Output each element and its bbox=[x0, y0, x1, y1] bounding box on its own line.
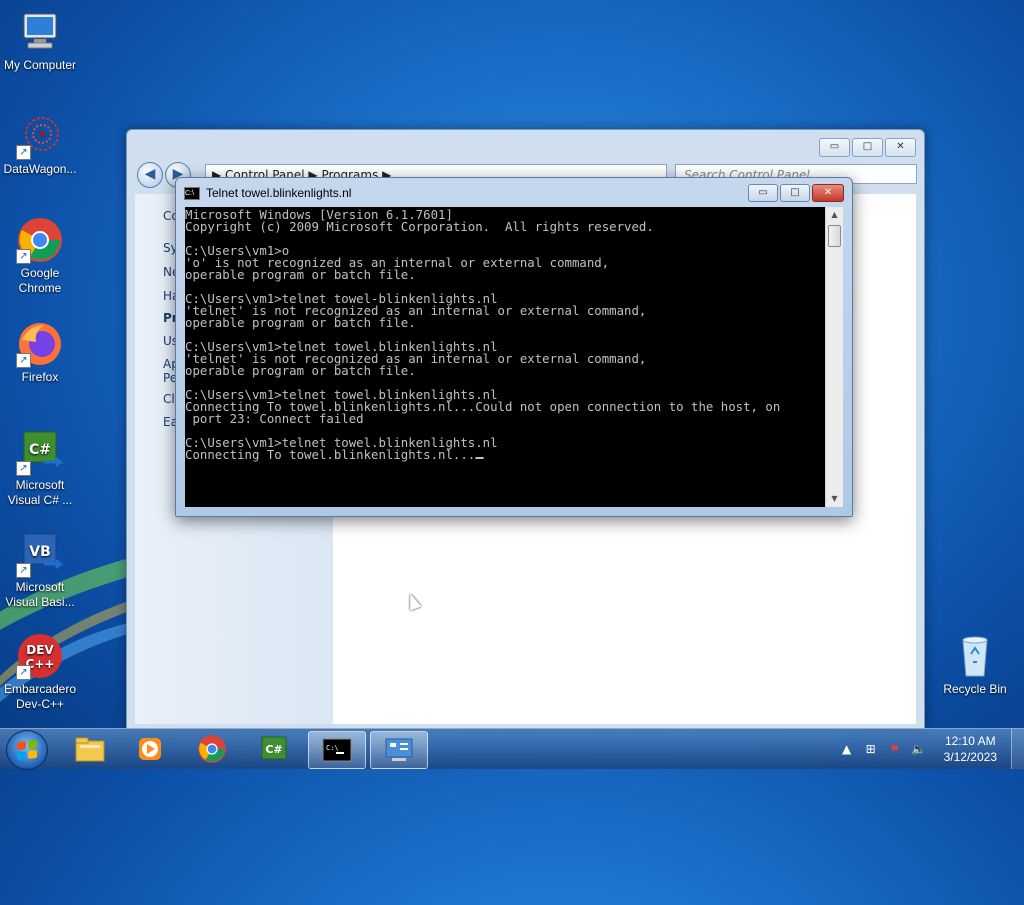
windows-logo-icon bbox=[17, 739, 37, 761]
window-controls: ▭ □ ✕ bbox=[819, 138, 916, 157]
devcpp-icon: DEV C++ ↗ bbox=[16, 632, 64, 680]
taskbar-item-media-player[interactable] bbox=[122, 731, 178, 767]
scroll-thumb[interactable] bbox=[828, 225, 841, 247]
desktop-icon-label: Microsoft Visual C# ... bbox=[7, 478, 73, 507]
datawagon-icon: ↗ bbox=[16, 112, 64, 160]
taskbar-item-control-panel[interactable] bbox=[370, 731, 428, 769]
console-line: operable program or batch file. bbox=[185, 364, 416, 378]
window-title-bar: C:\ Telnet towel.blinkenlights.nl bbox=[184, 186, 351, 200]
taskbar-item-chrome[interactable] bbox=[184, 731, 240, 767]
desktop-icon-firefox[interactable]: ↗ Firefox bbox=[0, 320, 80, 385]
desktop-icon-visual-basic[interactable]: VB ↗ Microsoft Visual Basi... bbox=[0, 530, 80, 610]
svg-text:C#: C# bbox=[29, 442, 51, 458]
console-line: operable program or batch file. bbox=[185, 268, 416, 282]
desktop-icon-datawagon[interactable]: ↗ DataWagon... bbox=[0, 112, 80, 177]
desktop-icon-chrome[interactable]: ↗ Google Chrome bbox=[0, 216, 80, 296]
desktop-icon-label: Embarcadero Dev-C++ bbox=[3, 682, 77, 711]
console-line: operable program or batch file. bbox=[185, 316, 416, 330]
visual-basic-icon: VB ↗ bbox=[16, 530, 64, 578]
scroll-down-arrow-icon[interactable]: ▼ bbox=[826, 491, 843, 507]
desktop-icon-label: DataWagon... bbox=[3, 162, 77, 176]
shortcut-arrow-icon: ↗ bbox=[16, 145, 31, 160]
shortcut-arrow-icon: ↗ bbox=[16, 249, 31, 264]
desktop-icon-label: Microsoft Visual Basi... bbox=[5, 580, 75, 609]
desktop-icon-label: Firefox bbox=[21, 370, 59, 384]
desktop-icon-visual-csharp[interactable]: C# ↗ Microsoft Visual C# ... bbox=[0, 428, 80, 508]
chrome-icon: ↗ bbox=[16, 216, 64, 264]
recycle-bin-icon bbox=[951, 632, 999, 680]
network-icon[interactable]: ⊞ bbox=[862, 740, 880, 758]
desktop-icon-recycle-bin[interactable]: Recycle Bin bbox=[935, 632, 1015, 697]
system-tray: ▲ ⊞ ⚑ 🔈 12:10 AM 3/12/2023 bbox=[838, 729, 1024, 769]
taskbar-item-visual-csharp[interactable]: C# bbox=[246, 731, 302, 767]
console-text: Microsoft Windows [Version 6.1.7601] Cop… bbox=[185, 207, 825, 461]
sidebar-link[interactable]: Cl bbox=[163, 392, 175, 406]
visual-csharp-icon: C# bbox=[261, 736, 287, 760]
minimize-button[interactable]: ▭ bbox=[748, 184, 778, 202]
text-cursor bbox=[475, 457, 484, 459]
taskbar-item-explorer[interactable] bbox=[62, 731, 118, 767]
taskbar-item-cmd[interactable]: C:\ bbox=[308, 731, 366, 769]
desktop-icon-label: Google Chrome bbox=[18, 266, 62, 295]
vertical-scrollbar[interactable]: ▲ ▼ bbox=[825, 207, 843, 507]
console-line: port 23: Connect failed bbox=[192, 412, 364, 426]
show-hidden-icons-icon[interactable]: ▲ bbox=[838, 740, 856, 758]
visual-csharp-icon: C# ↗ bbox=[16, 428, 64, 476]
show-desktop-button[interactable] bbox=[1011, 729, 1024, 769]
desktop-icon-label: Recycle Bin bbox=[943, 682, 1007, 696]
folder-icon bbox=[75, 737, 105, 762]
console-line: Copyright (c) 2009 Microsoft Corporation… bbox=[185, 220, 654, 234]
desktop-icon-my-computer[interactable]: My Computer bbox=[0, 8, 80, 73]
maximize-button[interactable]: □ bbox=[780, 184, 810, 202]
scroll-up-arrow-icon[interactable]: ▲ bbox=[826, 207, 843, 223]
clock[interactable]: 12:10 AM 3/12/2023 bbox=[944, 733, 997, 765]
svg-text:C#: C# bbox=[265, 743, 282, 756]
shortcut-arrow-icon: ↗ bbox=[16, 461, 31, 476]
maximize-button[interactable]: □ bbox=[852, 138, 883, 157]
svg-text:VB: VB bbox=[29, 544, 51, 560]
console-output[interactable]: Microsoft Windows [Version 6.1.7601] Cop… bbox=[185, 207, 825, 507]
action-center-flag-icon[interactable]: ⚑ bbox=[886, 740, 904, 758]
svg-text:DEV: DEV bbox=[26, 643, 54, 657]
shortcut-arrow-icon: ↗ bbox=[16, 563, 31, 578]
control-panel-icon bbox=[385, 738, 413, 761]
minimize-button[interactable]: ▭ bbox=[819, 138, 850, 157]
desktop-icon-label: My Computer bbox=[3, 58, 77, 72]
close-button[interactable]: ✕ bbox=[812, 184, 844, 202]
shortcut-arrow-icon: ↗ bbox=[16, 665, 31, 680]
firefox-icon: ↗ bbox=[16, 320, 64, 368]
computer-icon bbox=[16, 8, 64, 56]
chrome-icon bbox=[198, 735, 226, 763]
window-controls: ▭ □ ✕ bbox=[748, 184, 844, 202]
window-title: Telnet towel.blinkenlights.nl bbox=[206, 186, 352, 200]
svg-text:C:\: C:\ bbox=[326, 744, 339, 752]
media-player-icon bbox=[139, 738, 161, 760]
back-button[interactable]: ◀ bbox=[137, 162, 163, 188]
taskbar: C# C:\ ▲ ⊞ ⚑ 🔈 12:10 AM 3/12/2023 bbox=[0, 728, 1024, 770]
clock-date: 3/12/2023 bbox=[943, 750, 997, 764]
volume-icon[interactable]: 🔈 bbox=[910, 740, 928, 758]
desktop-icon-devcpp[interactable]: DEV C++ ↗ Embarcadero Dev-C++ bbox=[0, 632, 80, 712]
cmd-icon: C:\ bbox=[322, 738, 352, 762]
clock-time: 12:10 AM bbox=[944, 734, 996, 748]
console-line: Connecting To towel.blinkenlights.nl... bbox=[185, 448, 476, 462]
telnet-console-window[interactable]: C:\ Telnet towel.blinkenlights.nl ▭ □ ✕ … bbox=[175, 177, 853, 517]
shortcut-arrow-icon: ↗ bbox=[16, 353, 31, 368]
start-button[interactable] bbox=[6, 730, 48, 770]
cmd-icon: C:\ bbox=[184, 186, 200, 200]
close-button[interactable]: ✕ bbox=[885, 138, 916, 157]
